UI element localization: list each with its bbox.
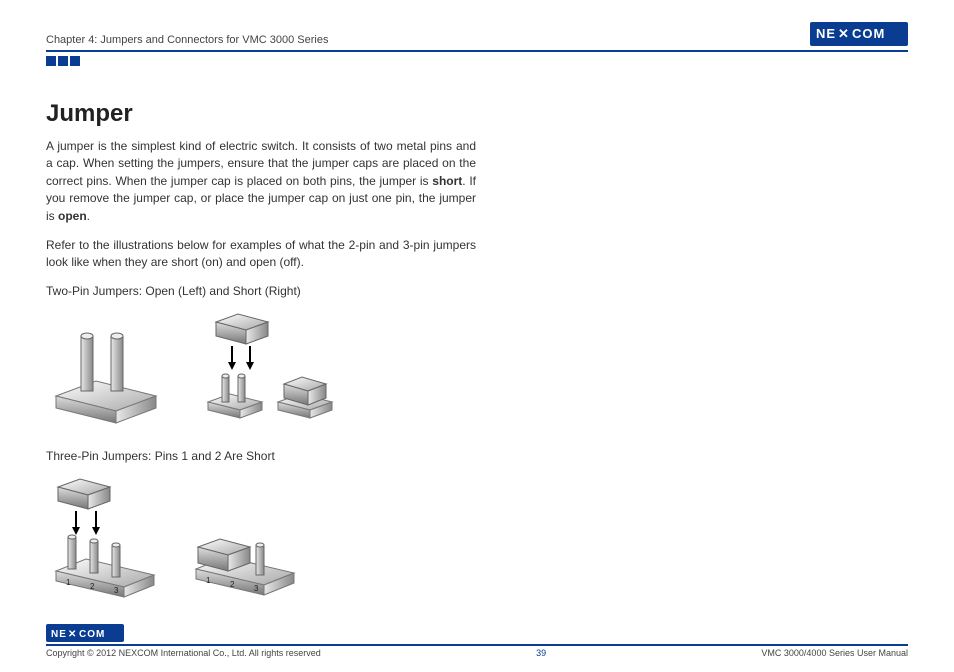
paragraph-2: Refer to the illustrations below for exa… <box>46 237 476 272</box>
page-number: 39 <box>536 648 546 658</box>
pin-label-2: 2 <box>90 582 95 591</box>
main-content: Jumper A jumper is the simplest kind of … <box>46 100 476 606</box>
decorative-squares <box>46 56 908 66</box>
pin-label-2b: 2 <box>230 580 235 589</box>
svg-text:NE: NE <box>816 26 836 41</box>
doc-title: VMC 3000/4000 Series User Manual <box>761 648 908 658</box>
svg-text:✕: ✕ <box>68 629 77 639</box>
svg-text:NE: NE <box>51 629 67 639</box>
page-footer: NE ✕ COM Copyright © 2012 NEXCOM Interna… <box>46 624 908 658</box>
brand-logo-top: NE ✕ COM <box>810 22 908 46</box>
chapter-title: Chapter 4: Jumpers and Connectors for VM… <box>46 34 328 46</box>
illustration-three-pin: 1 2 3 <box>46 471 476 606</box>
brand-logo-bottom: NE ✕ COM <box>46 624 124 642</box>
caption-two-pin: Two-Pin Jumpers: Open (Left) and Short (… <box>46 284 476 298</box>
pin-label-1: 1 <box>66 578 71 587</box>
svg-text:COM: COM <box>79 629 105 639</box>
pin-label-3b: 3 <box>254 584 259 593</box>
illustration-two-pin <box>46 306 476 431</box>
svg-text:COM: COM <box>852 26 885 41</box>
caption-three-pin: Three-Pin Jumpers: Pins 1 and 2 Are Shor… <box>46 449 476 463</box>
copyright-text: Copyright © 2012 NEXCOM International Co… <box>46 648 321 658</box>
svg-text:✕: ✕ <box>838 26 850 41</box>
pin-label-1b: 1 <box>206 576 211 585</box>
paragraph-1: A jumper is the simplest kind of electri… <box>46 138 476 225</box>
section-heading: Jumper <box>46 100 476 128</box>
page-header: Chapter 4: Jumpers and Connectors for VM… <box>46 22 908 52</box>
pin-label-3: 3 <box>114 586 119 595</box>
